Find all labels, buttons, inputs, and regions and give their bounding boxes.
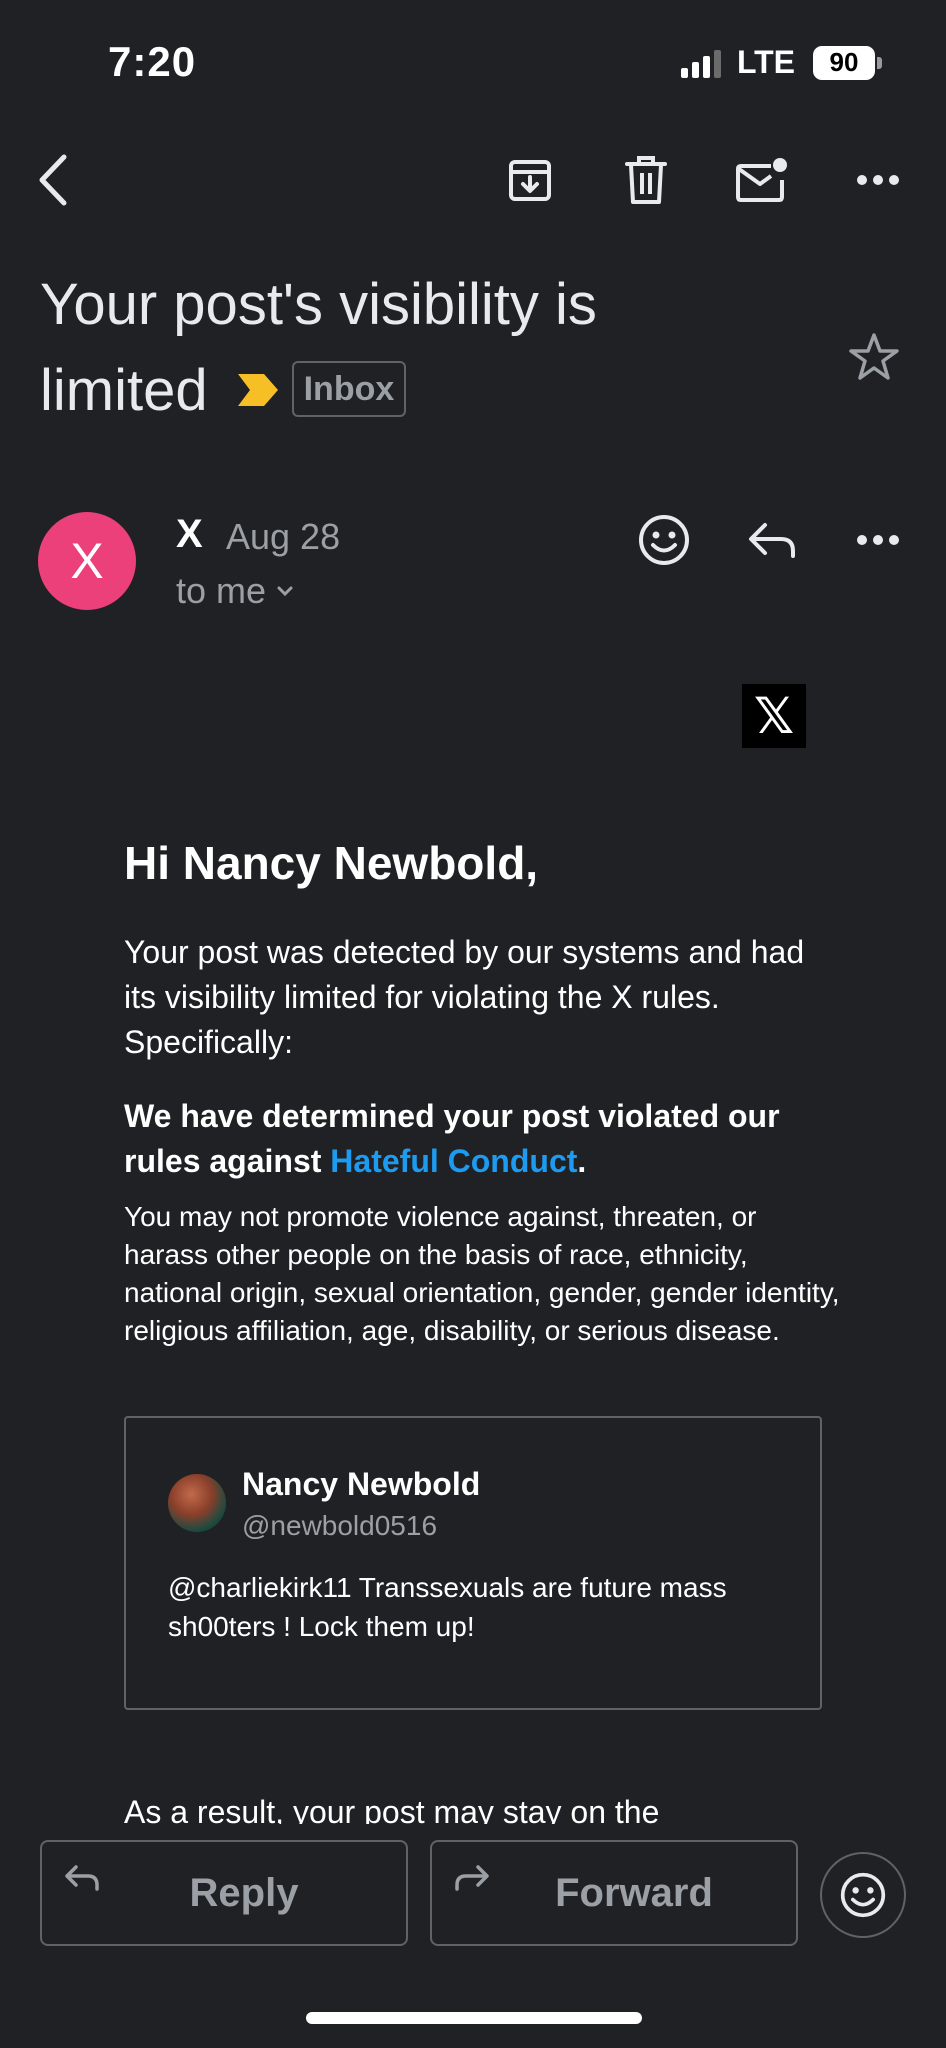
delete-button[interactable] bbox=[606, 140, 686, 220]
post-author-avatar bbox=[168, 1474, 226, 1532]
status-bar: 7:20 LTE 90 bbox=[0, 0, 946, 120]
body-paragraph-1: Your post was detected by our systems an… bbox=[124, 934, 805, 1060]
emoji-reaction-button[interactable] bbox=[820, 1852, 906, 1938]
more-horizontal-icon bbox=[857, 535, 899, 545]
recipient-toggle[interactable]: to me bbox=[176, 570, 294, 612]
hateful-conduct-link[interactable]: Hateful Conduct bbox=[330, 1143, 577, 1179]
post-author-handle: @newbold0516 bbox=[242, 1510, 438, 1541]
quoted-post-card[interactable]: Nancy Newbold @newbold0516 @charliekirk1… bbox=[124, 1416, 822, 1710]
body-paragraph-2: We have determined your post violated ou… bbox=[124, 1094, 844, 1184]
post-text: @charliekirk11 Transsexuals are future m… bbox=[168, 1572, 727, 1642]
sent-date: Aug 28 bbox=[226, 516, 341, 557]
trash-icon bbox=[625, 156, 667, 204]
subject-line-2: limited bbox=[40, 358, 208, 423]
sender-avatar[interactable]: X bbox=[38, 512, 136, 610]
star-icon bbox=[849, 333, 899, 380]
mark-unread-button[interactable] bbox=[722, 140, 802, 220]
network-label: LTE bbox=[736, 44, 795, 80]
greeting-heading: Hi Nancy Newbold, bbox=[124, 837, 539, 889]
body-paragraph-3: You may not promote violence against, th… bbox=[124, 1201, 840, 1346]
emoji-icon bbox=[840, 1872, 886, 1918]
archive-icon bbox=[509, 160, 551, 201]
forward-label: Forward bbox=[555, 1870, 713, 1915]
signal-icon bbox=[680, 48, 721, 78]
forward-action-button[interactable]: Forward bbox=[430, 1840, 798, 1946]
x-logo: 𝕏 bbox=[742, 684, 806, 748]
sender-name[interactable]: X bbox=[176, 512, 203, 557]
subject-line-1: Your post's visibility is bbox=[40, 272, 597, 337]
reply-label: Reply bbox=[189, 1870, 299, 1915]
email-toolbar bbox=[0, 140, 946, 220]
reply-icon bbox=[749, 523, 795, 558]
archive-button[interactable] bbox=[490, 140, 570, 220]
inbox-label[interactable]: Inbox bbox=[291, 360, 407, 417]
email-subject: Your post's visibility is limited Inbox bbox=[40, 262, 860, 438]
chevron-down-icon bbox=[277, 586, 293, 597]
more-horizontal-icon bbox=[857, 175, 899, 185]
importance-marker-icon[interactable] bbox=[236, 346, 280, 432]
status-indicators: LTE 90 bbox=[680, 44, 882, 81]
body-paragraph-4: As a result, your post may stay on the bbox=[124, 1794, 660, 1826]
add-reaction-button[interactable] bbox=[624, 500, 704, 580]
post-author-name: Nancy Newbold bbox=[242, 1466, 481, 1502]
violation-period: . bbox=[577, 1143, 587, 1179]
battery-level: 90 bbox=[813, 45, 875, 80]
emoji-icon bbox=[639, 515, 689, 565]
mark-unread-icon bbox=[736, 158, 787, 202]
home-indicator[interactable] bbox=[306, 2012, 642, 2024]
body-paragraph-4-clip: As a result, your post may stay on the bbox=[0, 1790, 946, 1826]
recipient-label: to me bbox=[176, 570, 267, 611]
star-button[interactable] bbox=[848, 332, 900, 387]
more-options-button[interactable] bbox=[838, 140, 918, 220]
reply-action-button[interactable]: Reply bbox=[40, 1840, 408, 1946]
back-arrow-icon bbox=[39, 154, 67, 206]
message-more-button[interactable] bbox=[838, 500, 918, 580]
battery-icon: 90 bbox=[813, 45, 882, 80]
back-button[interactable] bbox=[14, 140, 94, 220]
status-time: 7:20 bbox=[108, 38, 197, 85]
reply-button[interactable] bbox=[732, 500, 812, 580]
